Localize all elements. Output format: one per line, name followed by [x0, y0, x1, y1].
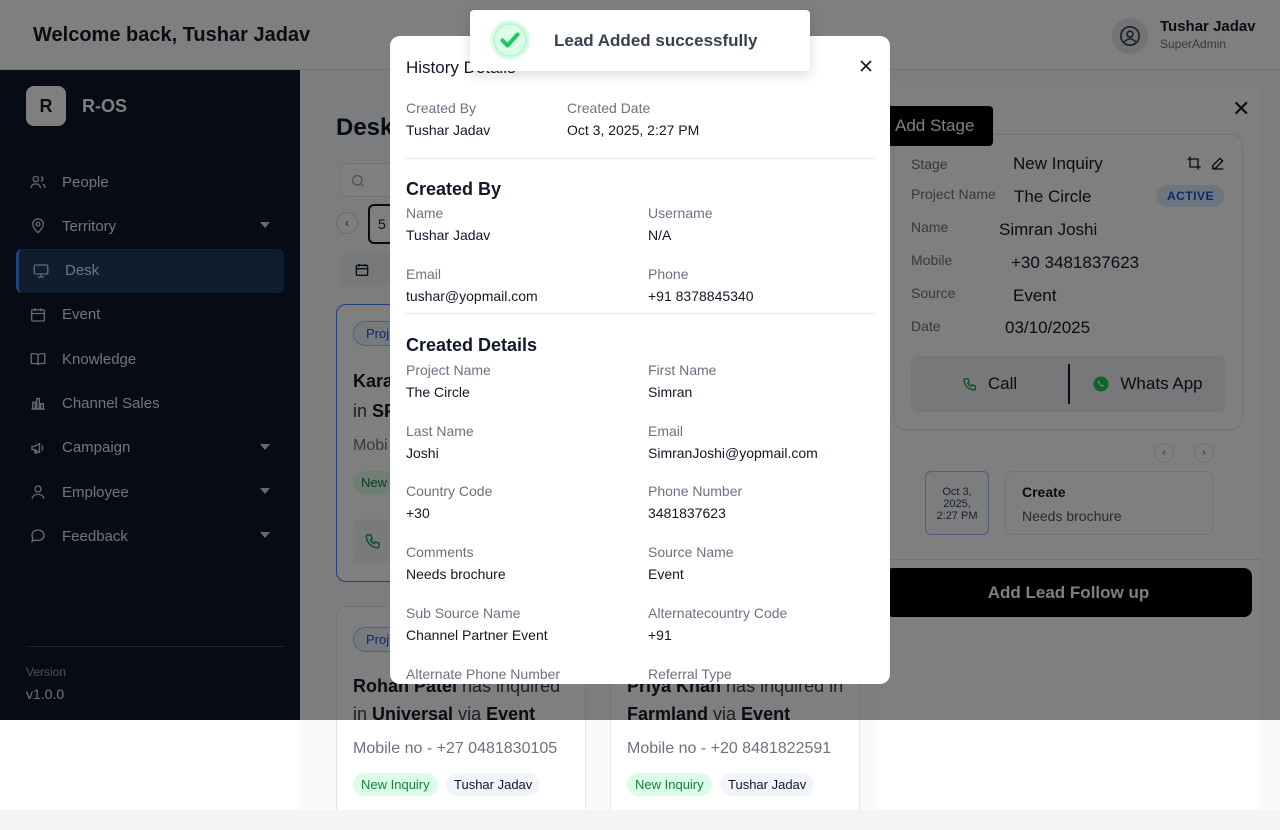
history-details-modal: History Details Created By Tushar Jadav … — [390, 36, 890, 684]
field-value: Channel Partner Event — [406, 627, 548, 643]
field-label: Phone Number — [648, 483, 743, 499]
field-value: The Circle — [406, 384, 470, 400]
owner-chip: Tushar Jadav — [720, 773, 815, 796]
stage-chip: New Inquiry — [353, 773, 438, 796]
field-label: First Name — [648, 362, 717, 378]
created-by-section: Created By Name Tushar Jadav Username N/… — [406, 159, 874, 313]
field-label: Name — [406, 205, 444, 221]
field-label: Source Name — [648, 544, 734, 560]
field-label: Comments — [406, 544, 474, 560]
field-value: Oct 3, 2025, 2:27 PM — [567, 122, 700, 138]
field-label: Project Name — [406, 362, 491, 378]
field-label: Email — [406, 266, 442, 282]
field-label: Alternatecountry Code — [648, 605, 788, 621]
section-title: Created By — [406, 179, 502, 199]
lead-mobile: Mobile no - +27 0481830105 — [353, 740, 558, 757]
field-label: Last Name — [406, 423, 474, 439]
field-value: Tushar Jadav — [406, 122, 491, 138]
field-value: Tushar Jadav — [406, 227, 491, 243]
field-label: Username — [648, 205, 713, 221]
stage-chip: New Inquiry — [627, 773, 712, 796]
field-value: Needs brochure — [406, 566, 506, 582]
field-label: Sub Source Name — [406, 605, 521, 621]
field-label: Created By — [406, 100, 477, 116]
close-icon[interactable] — [856, 56, 876, 76]
lead-mobile: Mobile no - +20 8481822591 — [627, 740, 832, 757]
modal-body: Created By Tushar Jadav Created Date Oct… — [406, 100, 874, 684]
field-label: Phone — [648, 266, 689, 282]
field-value: +91 — [648, 627, 672, 643]
field-value: Joshi — [406, 445, 439, 461]
field-value: N/A — [648, 227, 672, 243]
field-value: SimranJoshi@yopmail.com — [648, 445, 818, 461]
success-toast: Lead Added successfully — [470, 10, 810, 71]
toast-message: Lead Added successfully — [554, 31, 758, 50]
field-label: Email — [648, 423, 684, 439]
check-circle-icon — [490, 20, 530, 60]
field-value: tushar@yopmail.com — [406, 288, 538, 304]
history-summary: Created By Tushar Jadav Created Date Oct… — [406, 100, 874, 158]
field-value: +30 — [406, 505, 430, 521]
owner-chip: Tushar Jadav — [446, 773, 541, 796]
field-label: Alternate Phone Number — [406, 666, 561, 682]
page-bottom — [0, 810, 1280, 830]
field-value: +91 8378845340 — [648, 288, 754, 304]
field-value: Simran — [648, 384, 693, 400]
created-details-section: Created Details Project Name The Circle F… — [406, 314, 874, 684]
section-title: Created Details — [406, 335, 538, 355]
field-value: Event — [648, 566, 684, 582]
field-value: 3481837623 — [648, 505, 726, 521]
field-label: Country Code — [406, 483, 493, 499]
field-label: Created Date — [567, 100, 651, 116]
field-label: Referral Type — [648, 666, 732, 682]
